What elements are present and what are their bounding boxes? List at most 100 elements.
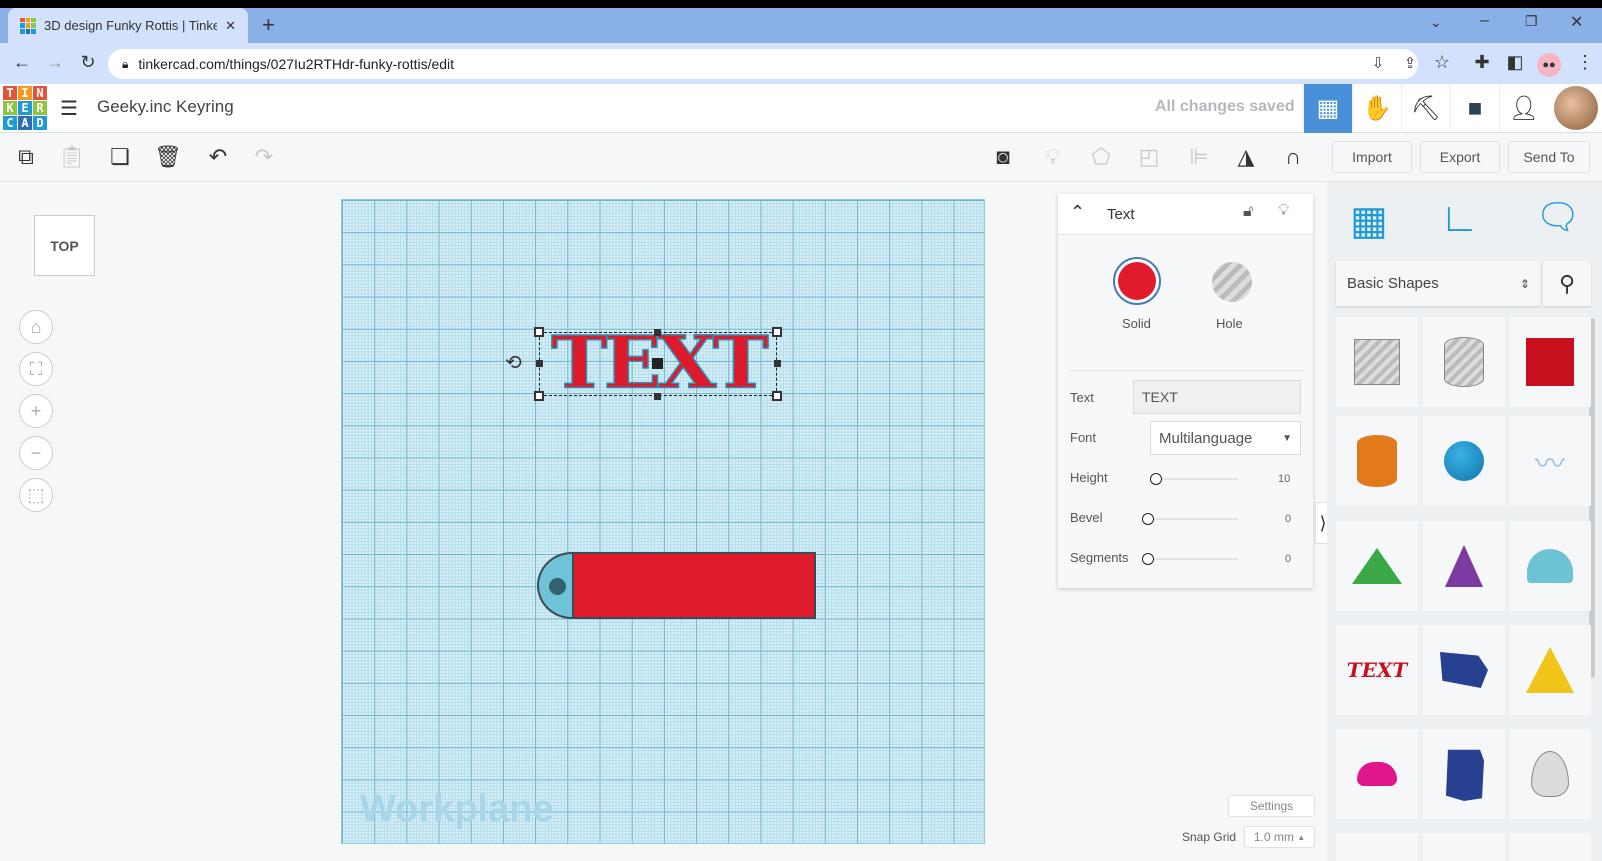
ungroup-button[interactable]: ◰ [1131,140,1167,174]
share-icon[interactable]: ⇪ [1398,54,1422,72]
align-button[interactable]: ⊫ [1181,140,1217,174]
design-title[interactable]: Geeky.inc Keyring [97,97,234,117]
copy-button[interactable]: ⧉ [8,140,44,174]
keyring-box-shape[interactable] [572,552,816,619]
3d-design-view-button[interactable]: ▦ [1303,84,1352,133]
user-avatar[interactable] [1554,86,1598,130]
install-icon[interactable]: ⇩ [1366,54,1390,72]
shape-cylinder[interactable] [1336,416,1418,506]
shape-text[interactable]: TEXT [1336,625,1418,715]
segments-value[interactable]: 0 [1285,553,1291,565]
undo-button[interactable]: ↶ [200,140,236,174]
mirror-button[interactable]: ◮ [1228,140,1264,174]
rotate-handle-icon[interactable]: ⟲ [505,350,522,375]
segments-slider-knob[interactable] [1142,553,1154,565]
notes-tool-icon[interactable]: 🗨︎ [1535,196,1581,238]
height-handle[interactable] [652,358,663,369]
shape-sphere[interactable] [1423,416,1505,506]
duplicate-button[interactable]: ❏ [102,140,138,174]
bevel-slider-knob[interactable] [1142,513,1154,525]
import-button[interactable]: Import [1332,141,1412,173]
restore-icon[interactable]: ❐ [1525,13,1538,30]
paste-button[interactable]: 📋︎ [54,140,90,174]
blocks-button[interactable]: ✋ [1352,84,1401,133]
send-to-button[interactable]: Send To [1508,141,1590,173]
resize-handle[interactable] [534,327,544,337]
invite-user-button[interactable]: 👤︎ [1499,84,1548,133]
notes-button[interactable]: ◙ [985,140,1021,174]
shape-box-hole[interactable] [1336,317,1418,407]
resize-handle[interactable] [536,360,543,367]
side-panel-icon[interactable]: ◧ [1503,52,1527,73]
tab-search-icon[interactable]: ⌄ [1430,14,1442,31]
zoom-out-button[interactable]: − [19,436,53,470]
minimize-icon[interactable]: – [1480,12,1489,30]
tinkercad-logo[interactable]: TIN KER CAD [3,86,47,130]
export-button[interactable]: Export [1420,141,1500,173]
shape-tile[interactable] [1509,833,1591,861]
keyring-hole-shape[interactable] [549,578,566,595]
forward-icon[interactable]: → [43,52,67,73]
redo-button[interactable]: ↷ [246,140,282,174]
new-tab-icon[interactable]: + [262,12,275,38]
shape-tile[interactable] [1336,833,1418,861]
shape-cone[interactable] [1423,521,1505,611]
shape-search-button[interactable]: ⚲ [1543,261,1591,306]
shape-tile[interactable] [1423,833,1505,861]
text-input[interactable]: TEXT [1133,380,1301,414]
shape-half-sphere[interactable] [1336,729,1418,819]
shape-pyramid[interactable] [1509,625,1591,715]
ruler-tool-icon[interactable]: ∟ [1440,196,1479,241]
resize-handle[interactable] [534,391,544,401]
resize-handle[interactable] [654,329,661,336]
font-select[interactable]: Multilanguage ▼ [1150,421,1301,455]
shape-roof[interactable] [1336,521,1418,611]
bevel-value[interactable]: 0 [1285,513,1291,525]
browser-tab[interactable]: 3D design Funky Rottis | Tinkerca ✕ [8,8,248,43]
height-slider-knob[interactable] [1150,473,1162,485]
shape-round-roof[interactable] [1509,521,1591,611]
group-button[interactable]: ⬠ [1083,140,1119,174]
resize-handle[interactable] [772,391,782,401]
shape-category-select[interactable]: Basic Shapes ⇕ [1336,261,1540,306]
sim-lab-button[interactable]: ⛏ [1401,84,1450,133]
view-cube[interactable]: TOP [34,215,95,276]
height-value[interactable]: 10 [1278,473,1290,485]
bricks-button[interactable]: ■ [1450,84,1499,133]
hole-button[interactable] [1212,262,1252,302]
height-slider-track[interactable] [1158,478,1238,480]
shape-scribble[interactable]: 〰 [1509,416,1591,506]
shape-box[interactable] [1509,317,1591,407]
solid-color-button[interactable] [1113,257,1161,305]
delete-button[interactable]: 🗑︎ [150,140,186,174]
shape-polygon[interactable] [1423,625,1505,715]
chrome-menu-icon[interactable]: ⋮ [1573,52,1597,73]
workplane-tool-icon[interactable]: ▦ [1350,198,1388,244]
close-window-icon[interactable]: ✕ [1570,12,1583,32]
shape-hexagonal-prism[interactable] [1423,729,1505,819]
extensions-icon[interactable]: ✚ [1470,52,1494,73]
resize-handle[interactable] [654,393,661,400]
collapse-chevron-icon[interactable]: ⌃ [1070,202,1085,223]
segments-slider-track[interactable] [1150,558,1238,560]
snap-grid-select[interactable]: 1.0 mm ▲ [1244,826,1315,848]
url-input[interactable]: 🔒︎ tinkercad.com/things/027Iu2RTHdr-funk… [108,49,1418,79]
bevel-slider-track[interactable] [1150,518,1238,520]
home-view-button[interactable]: ⌂ [19,310,53,344]
zoom-in-button[interactable]: + [19,394,53,428]
reload-icon[interactable]: ↻ [76,52,100,73]
shape-cylinder-hole[interactable] [1423,317,1505,407]
resize-handle[interactable] [772,327,782,337]
lock-icon[interactable]: 🔓︎ [1243,203,1253,221]
profile-avatar[interactable]: ●● [1537,53,1561,77]
perspective-button[interactable]: ⬚ [19,478,53,512]
cruise-button[interactable]: ∩ [1275,140,1311,174]
back-icon[interactable]: ← [10,52,34,73]
bookmark-star-icon[interactable]: ☆ [1430,52,1454,73]
design-list-icon[interactable]: ☰ [60,96,78,121]
lightbulb-icon[interactable]: 💡︎ [1278,202,1289,220]
workplane[interactable] [341,199,985,844]
close-tab-icon[interactable]: ✕ [225,18,236,34]
resize-handle[interactable] [774,360,781,367]
show-all-button[interactable]: 💡︎ [1035,140,1071,174]
